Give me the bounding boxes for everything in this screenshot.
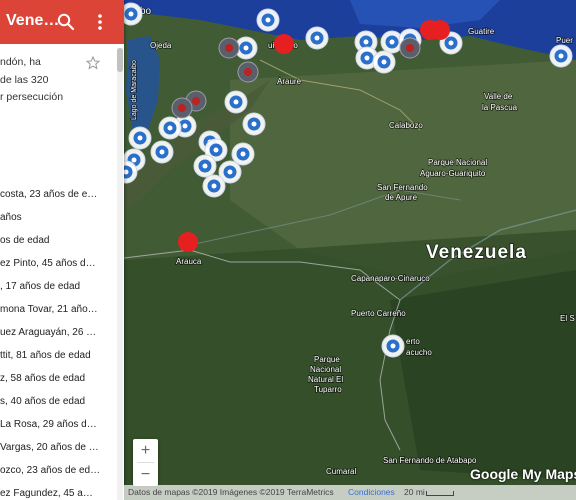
place-marker-red[interactable] xyxy=(178,232,198,252)
list-item[interactable]: z, 58 años de edad xyxy=(0,367,117,390)
panel-header: Vene… xyxy=(0,0,124,44)
label-tuparro-4: Tuparro xyxy=(314,385,342,394)
place-marker[interactable] xyxy=(158,116,182,140)
label-calabozo: Calabozo xyxy=(389,121,423,130)
scale-bar xyxy=(426,491,454,496)
place-marker[interactable] xyxy=(224,90,248,114)
list-item[interactable]: ez Pinto, 45 años d… xyxy=(0,252,117,275)
label-tuparro-1: Parque xyxy=(314,355,340,364)
place-list: costa, 23 años de e… años os de edad ez … xyxy=(0,183,117,500)
label-lake: Lago de Maracaibo xyxy=(131,60,138,120)
scale-label: 20 mi xyxy=(404,487,425,497)
label-arauca: Arauca xyxy=(176,257,202,266)
zoom-control: + − xyxy=(133,439,158,486)
conditions-link[interactable]: Condiciones xyxy=(348,487,395,497)
place-marker-dark[interactable] xyxy=(237,61,259,83)
label-aguaro-1: Parque Nacional xyxy=(428,158,487,167)
label-ojeda: Ojeda xyxy=(150,41,172,50)
label-aguaro-2: Aguaro-Guariquito xyxy=(420,169,486,178)
label-cumaral: Cumaral xyxy=(326,467,356,476)
description-line: de las 320 xyxy=(0,73,49,86)
list-item[interactable]: La Rosa, 29 años d… xyxy=(0,413,117,436)
forest-east xyxy=(390,270,576,480)
place-marker-red[interactable] xyxy=(274,34,294,54)
map-data-attribution: Datos de mapas ©2019 Imágenes ©2019 Terr… xyxy=(128,487,334,497)
list-item[interactable]: costa, 23 años de e… xyxy=(0,183,117,206)
star-icon[interactable] xyxy=(86,56,100,70)
label-pascua: la Pascua xyxy=(482,103,518,112)
label-country: Venezuela xyxy=(426,242,527,263)
place-marker[interactable] xyxy=(256,8,280,32)
place-marker-red[interactable] xyxy=(430,20,450,40)
more-vert-icon[interactable] xyxy=(92,12,108,32)
google-my-maps-logo: Google My Maps xyxy=(470,466,576,482)
search-icon[interactable] xyxy=(56,12,76,32)
list-item[interactable]: uez Araguayán, 26 … xyxy=(0,321,117,344)
list-item[interactable]: ozco, 23 años de ed… xyxy=(0,459,117,482)
zoom-out-button[interactable]: − xyxy=(133,463,158,486)
place-marker-dark[interactable] xyxy=(399,37,421,59)
label-tuparro-2: Nacional xyxy=(310,365,341,374)
place-marker[interactable] xyxy=(202,174,226,198)
scrollbar-thumb[interactable] xyxy=(117,48,123,72)
list-item[interactable]: mona Tovar, 21 año… xyxy=(0,298,117,321)
place-marker[interactable] xyxy=(381,334,405,358)
label-atabapo: San Fernando de Atabapo xyxy=(383,456,477,465)
label-puerto: Puer xyxy=(556,36,573,45)
label-sanfernando-1: San Fernando xyxy=(377,183,428,192)
list-item[interactable]: os de edad xyxy=(0,229,117,252)
label-guatire: Guatire xyxy=(468,27,495,36)
label-capanaparo: Capanaparo-Cinaruco xyxy=(351,274,430,283)
side-panel: Vene… ndón, ha de las 320 r persecución … xyxy=(0,0,124,500)
label-tuparro-3: Natural El xyxy=(308,375,343,384)
description-line: r persecución xyxy=(0,91,64,103)
map-title[interactable]: Vene… xyxy=(6,12,59,30)
place-marker[interactable] xyxy=(549,44,573,68)
label-el-s: El S xyxy=(560,314,575,323)
zoom-in-button[interactable]: + xyxy=(133,439,158,462)
list-item[interactable]: , 17 años de edad xyxy=(0,275,117,298)
label-valle: Valle de xyxy=(484,92,513,101)
place-marker-dark[interactable] xyxy=(171,97,193,119)
label-puerto-ayacucho-1: erto xyxy=(406,337,420,346)
list-item[interactable]: Vargas, 20 años de … xyxy=(0,436,117,459)
place-marker[interactable] xyxy=(193,154,217,178)
place-marker[interactable] xyxy=(231,142,255,166)
map-footer: Datos de mapas ©2019 Imágenes ©2019 Terr… xyxy=(124,485,576,500)
label-puerto-ayacucho-2: acucho xyxy=(406,348,432,357)
place-marker[interactable] xyxy=(372,50,396,74)
place-marker[interactable] xyxy=(305,26,329,50)
panel-scrollbar[interactable] xyxy=(117,48,123,500)
place-marker[interactable] xyxy=(128,126,152,150)
place-marker[interactable] xyxy=(242,112,266,136)
place-marker-dark[interactable] xyxy=(218,37,240,59)
place-marker[interactable] xyxy=(150,140,174,164)
label-puerto-carreno: Puerto Carreño xyxy=(351,309,406,318)
list-item[interactable]: ez Fagundez, 45 a… xyxy=(0,482,117,500)
label-sanfernando-2: de Apure xyxy=(385,193,418,202)
list-item[interactable]: ttit, 81 años de edad xyxy=(0,344,117,367)
list-item[interactable]: años xyxy=(0,206,117,229)
label-araure: Araure xyxy=(277,77,302,86)
list-item[interactable]: s, 40 años de edad xyxy=(0,390,117,413)
